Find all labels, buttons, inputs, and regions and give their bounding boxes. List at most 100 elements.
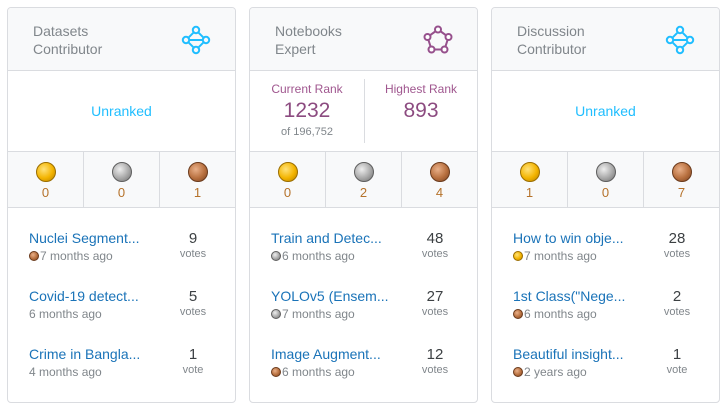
item-meta: 6 months ago	[271, 365, 355, 379]
unranked-link[interactable]: Unranked	[8, 103, 235, 119]
tier-label: Contributor	[517, 41, 587, 57]
vote-count: 48 votes	[415, 230, 455, 261]
vote-number: 2	[672, 288, 682, 305]
item-title-link[interactable]: Covid-19 detect...	[29, 288, 154, 304]
item-title-link[interactable]: YOLOv5 (Ensem...	[271, 288, 396, 304]
medal-summary: 1 0 7	[492, 152, 719, 208]
vote-number: 28	[668, 230, 686, 247]
highest-rank-value: 893	[403, 99, 439, 122]
list-item: Beautiful insight... 2 years ago 1 vote	[492, 346, 719, 402]
list-item: How to win obje... 7 months ago 28 votes	[492, 230, 719, 288]
gold-medal-cell: 0	[250, 152, 326, 207]
item-title-link[interactable]: Beautiful insight...	[513, 346, 638, 362]
gold-medal-icon	[277, 162, 298, 182]
gold-medal-count: 0	[41, 185, 50, 200]
item-title-link[interactable]: Train and Detec...	[271, 230, 396, 246]
item-title-link[interactable]: Crime in Bangla...	[29, 346, 154, 362]
rank-area: Unranked	[8, 71, 235, 152]
vote-number: 48	[426, 230, 444, 247]
silver-medal-count: 0	[601, 185, 610, 200]
rank-area: Current Rank 1232 of 196,752 Highest Ran…	[250, 71, 477, 152]
item-meta: 6 months ago	[29, 307, 102, 321]
vote-label: votes	[421, 364, 449, 376]
category-label: Notebooks	[275, 23, 342, 39]
vote-count: 1 vote	[657, 346, 697, 377]
bronze-medal-icon	[271, 367, 281, 377]
vote-number: 1	[672, 346, 682, 363]
item-meta: 7 months ago	[513, 249, 597, 263]
item-age: 6 months ago	[282, 365, 355, 379]
category-label: Discussion	[517, 23, 585, 39]
gold-medal-icon	[519, 162, 540, 182]
gold-medal-count: 0	[283, 185, 292, 200]
highest-rank-label: Highest Rank	[384, 82, 458, 96]
list-item: Train and Detec... 6 months ago 48 votes	[250, 230, 477, 288]
bronze-medal-cell: 1	[160, 152, 235, 207]
item-age: 6 months ago	[29, 307, 102, 321]
list-item: Covid-19 detect... 6 months ago 5 votes	[8, 288, 235, 346]
vote-number: 27	[426, 288, 444, 305]
bronze-medal-icon	[429, 162, 450, 182]
silver-medal-cell: 2	[326, 152, 402, 207]
item-title-link[interactable]: How to win obje...	[513, 230, 638, 246]
vote-label: votes	[421, 248, 449, 260]
item-meta: 6 months ago	[271, 249, 355, 263]
rank-area: Unranked	[492, 71, 719, 152]
list-item: Nuclei Segment... 7 months ago 9 votes	[8, 230, 235, 288]
silver-medal-count: 0	[117, 185, 126, 200]
vote-label: votes	[179, 248, 207, 260]
vote-count: 2 votes	[657, 288, 697, 319]
vote-count: 28 votes	[657, 230, 697, 261]
silver-medal-icon	[111, 162, 132, 182]
item-title-link[interactable]: 1st Class("Nege...	[513, 288, 638, 304]
bronze-medal-icon	[513, 309, 523, 319]
contributor-icon	[665, 25, 695, 55]
silver-medal-count: 2	[359, 185, 368, 200]
highest-rank: Highest Rank 893	[364, 71, 477, 151]
card-header: Notebooks Expert	[250, 8, 477, 71]
vote-count: 5 votes	[173, 288, 213, 319]
vote-count: 9 votes	[173, 230, 213, 261]
bronze-medal-count: 4	[435, 185, 444, 200]
bronze-medal-icon	[187, 162, 208, 182]
current-rank-value: 1232	[283, 99, 331, 122]
bronze-medal-cell: 4	[402, 152, 477, 207]
bronze-medal-count: 7	[677, 185, 686, 200]
datasets-card: Datasets Contributor Unranked 0 0 1 Nucl…	[7, 7, 236, 403]
vote-count: 27 votes	[415, 288, 455, 319]
item-age: 7 months ago	[524, 249, 597, 263]
item-meta: 7 months ago	[271, 307, 355, 321]
medal-summary: 0 0 1	[8, 152, 235, 208]
silver-medal-cell: 0	[84, 152, 160, 207]
vote-number: 1	[188, 346, 198, 363]
item-list: Nuclei Segment... 7 months ago 9 votes C…	[8, 208, 235, 402]
notebooks-card: Notebooks Expert Current Rank 1232 of 19…	[249, 7, 478, 403]
item-title-link[interactable]: Nuclei Segment...	[29, 230, 154, 246]
current-rank-label: Current Rank	[271, 82, 343, 96]
gold-medal-cell: 0	[8, 152, 84, 207]
medal-summary: 0 2 4	[250, 152, 477, 208]
bronze-medal-icon	[29, 251, 39, 261]
bronze-medal-cell: 7	[644, 152, 719, 207]
silver-medal-cell: 0	[568, 152, 644, 207]
item-meta: 7 months ago	[29, 249, 113, 263]
silver-medal-icon	[271, 309, 281, 319]
item-age: 7 months ago	[282, 307, 355, 321]
list-item: 1st Class("Nege... 6 months ago 2 votes	[492, 288, 719, 346]
vote-label: votes	[663, 306, 691, 318]
item-age: 7 months ago	[40, 249, 113, 263]
current-rank-total: of 196,752	[281, 126, 333, 138]
tier-label: Contributor	[33, 41, 103, 57]
vote-number: 5	[188, 288, 198, 305]
item-list: Train and Detec... 6 months ago 48 votes…	[250, 208, 477, 402]
current-rank: Current Rank 1232 of 196,752	[250, 71, 364, 151]
card-header: Datasets Contributor	[8, 8, 235, 71]
item-meta: 6 months ago	[513, 307, 597, 321]
item-title-link[interactable]: Image Augment...	[271, 346, 396, 362]
vote-count: 1 vote	[173, 346, 213, 377]
unranked-link[interactable]: Unranked	[492, 103, 719, 119]
item-meta: 2 years ago	[513, 365, 587, 379]
vote-number: 12	[426, 346, 444, 363]
item-age: 4 months ago	[29, 365, 102, 379]
card-header: Discussion Contributor	[492, 8, 719, 71]
